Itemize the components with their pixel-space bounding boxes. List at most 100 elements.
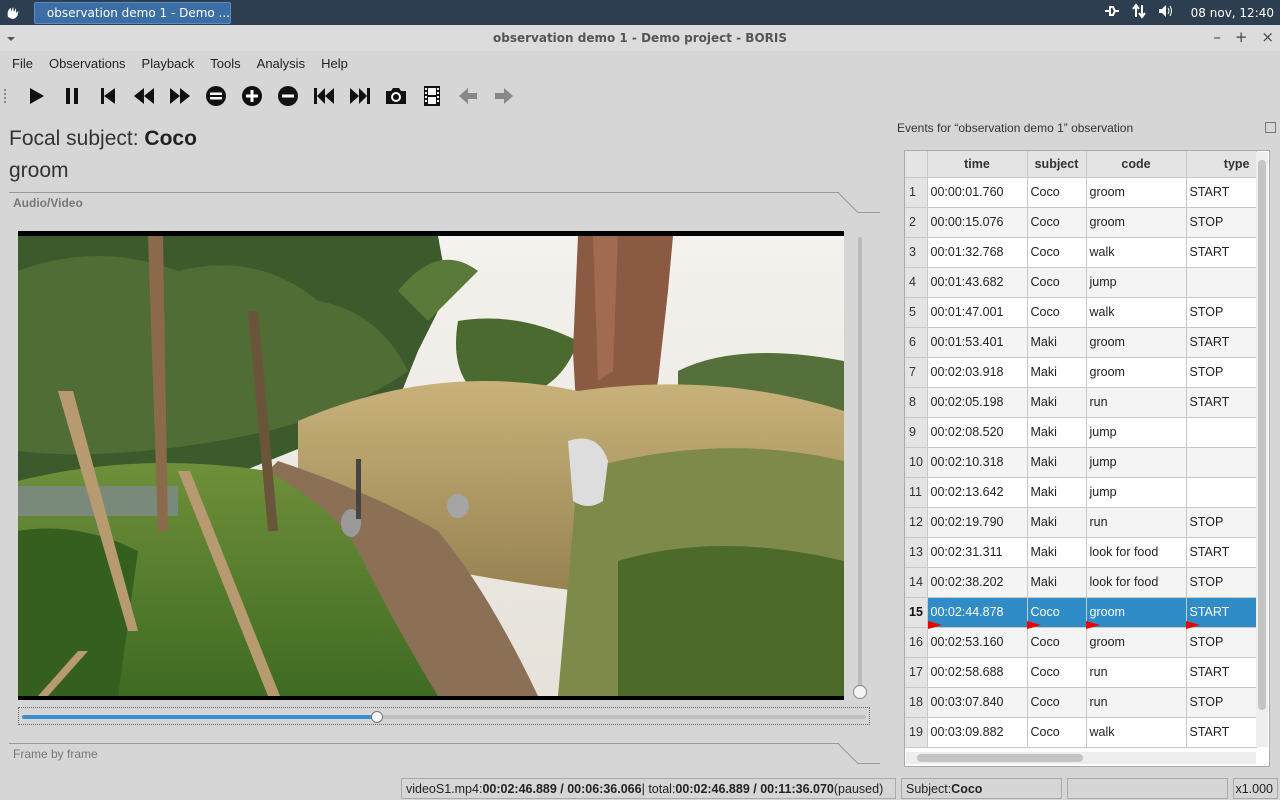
cell-type[interactable]: START (1186, 657, 1257, 688)
cell-code[interactable]: jump (1086, 447, 1187, 478)
pause-button[interactable] (54, 79, 90, 113)
cell-time[interactable]: 00:03:07.840 (927, 687, 1028, 718)
jump-backward-button[interactable] (126, 79, 162, 113)
row-number[interactable]: 1 (905, 177, 928, 208)
cell-time[interactable]: 00:02:38.202 (927, 567, 1028, 598)
cell-type[interactable]: START (1186, 177, 1257, 208)
row-number[interactable]: 9 (905, 417, 928, 448)
cell-type[interactable]: START (1186, 537, 1257, 568)
cell-code[interactable]: run (1086, 387, 1187, 418)
cell-type[interactable] (1186, 267, 1257, 298)
cell-type[interactable]: STOP (1186, 207, 1257, 238)
cell-code[interactable]: groom (1086, 597, 1187, 628)
cell-type[interactable]: STOP (1186, 687, 1257, 718)
cell-time[interactable]: 00:02:05.198 (927, 387, 1028, 418)
cell-subject[interactable]: Coco (1027, 177, 1087, 208)
cell-subject[interactable]: Coco (1027, 717, 1087, 748)
volume-icon[interactable] (1157, 3, 1175, 22)
cell-subject[interactable]: Coco (1027, 297, 1087, 328)
slower-button[interactable] (270, 79, 306, 113)
column-header-code[interactable]: code (1086, 151, 1187, 178)
table-row[interactable]: 10 00:02:10.318 Maki jump (905, 447, 1257, 478)
cell-time[interactable]: 00:02:31.311 (927, 537, 1028, 568)
row-number[interactable]: 7 (905, 357, 928, 388)
table-row[interactable]: 2 00:00:15.076 Coco groom STOP (905, 207, 1257, 238)
maximize-icon[interactable]: + (1235, 28, 1248, 46)
toolbar-grip[interactable] (4, 89, 10, 103)
play-button[interactable] (18, 79, 54, 113)
scrollbar-thumb[interactable] (1258, 160, 1266, 710)
cell-code[interactable]: groom (1086, 207, 1187, 238)
next-media-button[interactable] (342, 79, 378, 113)
row-number[interactable]: 5 (905, 297, 928, 328)
cell-time[interactable]: 00:01:53.401 (927, 327, 1028, 358)
row-number[interactable]: 17 (905, 657, 928, 688)
column-header-subject[interactable]: subject (1027, 151, 1087, 178)
cell-code[interactable]: run (1086, 507, 1187, 538)
video-position-slider[interactable] (18, 707, 870, 725)
table-row[interactable]: 7 00:02:03.918 Maki groom STOP (905, 357, 1257, 388)
cell-subject[interactable]: Maki (1027, 327, 1087, 358)
cell-type[interactable] (1186, 477, 1257, 508)
cell-time[interactable]: 00:01:32.768 (927, 237, 1028, 268)
cell-time[interactable]: 00:00:15.076 (927, 207, 1028, 238)
cell-code[interactable]: groom (1086, 177, 1187, 208)
cell-code[interactable]: walk (1086, 717, 1187, 748)
video-player[interactable] (18, 231, 844, 700)
table-row[interactable]: 14 00:02:38.202 Maki look for food STOP (905, 567, 1257, 598)
table-row[interactable]: 13 00:02:31.311 Maki look for food START (905, 537, 1257, 568)
cell-subject[interactable]: Maki (1027, 387, 1087, 418)
row-number[interactable]: 15 (905, 597, 928, 628)
cell-code[interactable]: run (1086, 657, 1187, 688)
cell-type[interactable] (1186, 417, 1257, 448)
table-row[interactable]: 4 00:01:43.682 Coco jump (905, 267, 1257, 298)
cell-code[interactable]: look for food (1086, 537, 1187, 568)
clock[interactable]: 08 nov, 12:40 (1191, 6, 1274, 20)
jump-forward-button[interactable] (162, 79, 198, 113)
cell-subject[interactable]: Maki (1027, 447, 1087, 478)
cell-subject[interactable]: Coco (1027, 627, 1087, 658)
column-header-time[interactable]: time (927, 151, 1028, 178)
menu-file[interactable]: File (4, 56, 41, 71)
cell-type[interactable]: START (1186, 237, 1257, 268)
row-number[interactable]: 13 (905, 537, 928, 568)
previous-media-button[interactable] (306, 79, 342, 113)
cell-type[interactable]: STOP (1186, 627, 1257, 658)
volume-slider-handle[interactable] (853, 685, 867, 699)
minimize-icon[interactable]: – (1213, 28, 1221, 46)
cell-time[interactable]: 00:01:47.001 (927, 297, 1028, 328)
cell-time[interactable]: 00:03:09.882 (927, 717, 1028, 748)
cell-time[interactable]: 00:02:08.520 (927, 417, 1028, 448)
cell-time[interactable]: 00:02:03.918 (927, 357, 1028, 388)
volume-slider[interactable] (858, 237, 862, 693)
cell-subject[interactable]: Coco (1027, 207, 1087, 238)
cell-code[interactable]: groom (1086, 627, 1187, 658)
cell-type[interactable]: START (1186, 387, 1257, 418)
cell-type[interactable]: STOP (1186, 567, 1257, 598)
row-number[interactable]: 19 (905, 717, 928, 748)
table-row[interactable]: 8 00:02:05.198 Maki run START (905, 387, 1257, 418)
cell-type[interactable]: STOP (1186, 507, 1257, 538)
cell-time[interactable]: 00:00:01.760 (927, 177, 1028, 208)
menu-observations[interactable]: Observations (41, 56, 134, 71)
cell-subject[interactable]: Maki (1027, 507, 1087, 538)
cell-code[interactable]: groom (1086, 327, 1187, 358)
cell-type[interactable]: START (1186, 717, 1257, 748)
table-row[interactable]: 1 00:00:01.760 Coco groom START (905, 177, 1257, 208)
table-row[interactable]: 5 00:01:47.001 Coco walk STOP (905, 297, 1257, 328)
cell-subject[interactable]: Coco (1027, 267, 1087, 298)
menu-tools[interactable]: Tools (202, 56, 248, 71)
row-number[interactable]: 18 (905, 687, 928, 718)
table-row[interactable]: 3 00:01:32.768 Coco walk START (905, 237, 1257, 268)
next-frame-button[interactable] (486, 79, 522, 113)
table-row[interactable]: 16 00:02:53.160 Coco groom STOP (905, 627, 1257, 658)
row-number[interactable]: 14 (905, 567, 928, 598)
cell-type[interactable] (1186, 447, 1257, 478)
slider-handle[interactable] (371, 711, 383, 723)
cell-time[interactable]: 00:01:43.682 (927, 267, 1028, 298)
cell-time[interactable]: 00:02:53.160 (927, 627, 1028, 658)
previous-frame-button[interactable] (450, 79, 486, 113)
row-number[interactable]: 3 (905, 237, 928, 268)
app-menu-icon[interactable] (0, 0, 26, 25)
table-row[interactable]: 15 00:02:44.878 Coco groom START (905, 597, 1257, 628)
